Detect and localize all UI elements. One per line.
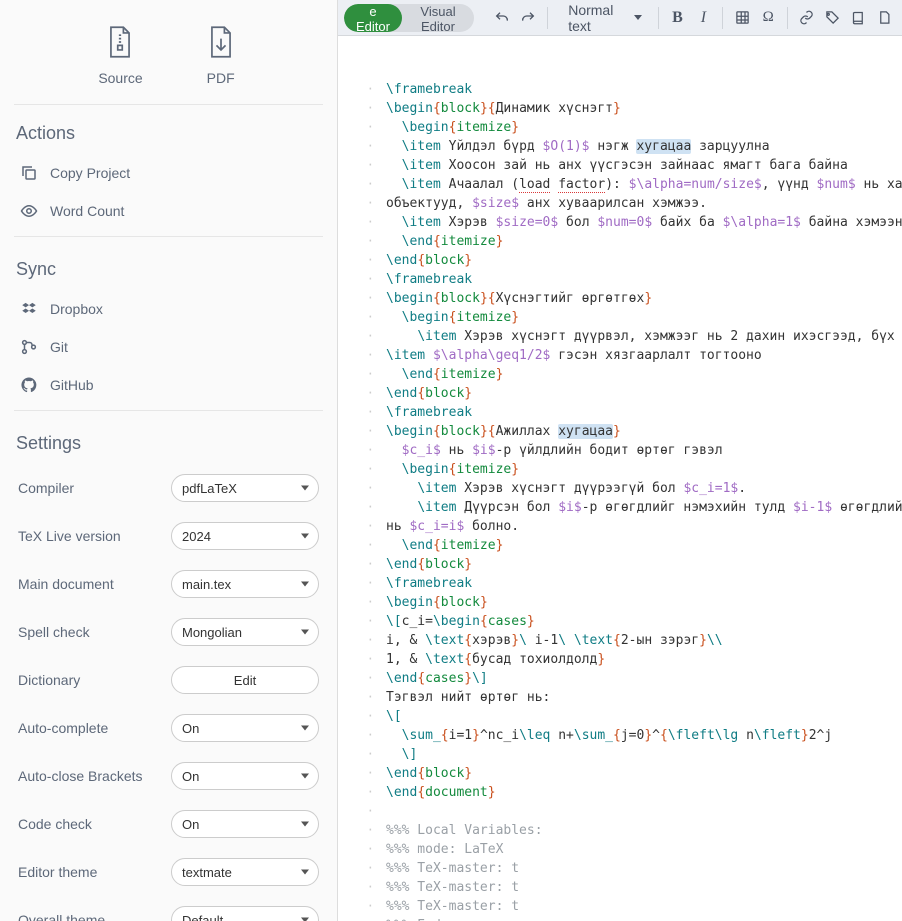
table-icon bbox=[735, 10, 750, 25]
editor-panel: e Editor Visual Editor Normal text B I Ω bbox=[338, 0, 902, 921]
git-icon bbox=[20, 338, 38, 356]
sync-dropbox-label: Dropbox bbox=[50, 301, 103, 317]
codecheck-label: Code check bbox=[18, 816, 171, 832]
settings-header: Settings bbox=[14, 415, 323, 464]
download-source-label: Source bbox=[98, 70, 142, 86]
toolbar-separator bbox=[547, 7, 548, 29]
word-count-label: Word Count bbox=[50, 203, 124, 219]
zip-file-icon bbox=[102, 24, 138, 60]
setting-dictionary: Dictionary Edit bbox=[14, 656, 323, 704]
download-row: Source PDF bbox=[14, 0, 323, 105]
tag-button[interactable] bbox=[822, 4, 844, 32]
setting-spell-check: Spell check Mongolian bbox=[14, 608, 323, 656]
line-number-gutter bbox=[338, 74, 382, 921]
autoclose-select[interactable]: On bbox=[171, 762, 319, 790]
spell-check-label: Spell check bbox=[18, 624, 171, 640]
overall-theme-label: Overall theme bbox=[18, 912, 171, 921]
sync-header: Sync bbox=[14, 241, 323, 290]
redo-button[interactable] bbox=[517, 4, 539, 32]
dictionary-label: Dictionary bbox=[18, 672, 171, 688]
actions-list: Copy Project Word Count bbox=[14, 154, 323, 230]
github-icon bbox=[20, 376, 38, 394]
chevron-down-icon bbox=[634, 15, 642, 20]
visual-editor-tab[interactable]: Visual Editor bbox=[402, 4, 474, 32]
editor-toolbar: e Editor Visual Editor Normal text B I Ω bbox=[338, 0, 902, 36]
main-doc-label: Main document bbox=[18, 576, 171, 592]
setting-editor-theme: Editor theme textmate bbox=[14, 848, 323, 896]
codecheck-select[interactable]: On bbox=[171, 810, 319, 838]
editor-mode-toggle: e Editor Visual Editor bbox=[344, 4, 474, 32]
undo-button[interactable] bbox=[491, 4, 513, 32]
main-doc-select[interactable]: main.tex bbox=[171, 570, 319, 598]
copy-project-button[interactable]: Copy Project bbox=[14, 154, 323, 192]
actions-header: Actions bbox=[14, 105, 323, 154]
setting-autocomplete: Auto-complete On bbox=[14, 704, 323, 752]
autoclose-label: Auto-close Brackets bbox=[18, 768, 171, 784]
download-pdf-button[interactable]: PDF bbox=[203, 24, 239, 86]
autocomplete-select[interactable]: On bbox=[171, 714, 319, 742]
undo-icon bbox=[494, 10, 510, 26]
overall-theme-select[interactable]: Default bbox=[171, 906, 319, 921]
symbol-button[interactable]: Ω bbox=[757, 4, 779, 32]
copy-icon bbox=[20, 164, 38, 182]
file-icon bbox=[877, 10, 892, 25]
spell-check-select[interactable]: Mongolian bbox=[171, 618, 319, 646]
eye-icon bbox=[20, 202, 38, 220]
left-sidebar: Source PDF Actions Copy Project Word Cou… bbox=[0, 0, 338, 921]
italic-button[interactable]: I bbox=[692, 4, 714, 32]
redo-icon bbox=[520, 10, 536, 26]
dropbox-icon bbox=[20, 300, 38, 318]
book-button[interactable] bbox=[848, 4, 870, 32]
download-source-button[interactable]: Source bbox=[98, 24, 142, 86]
sync-github-label: GitHub bbox=[50, 377, 94, 393]
compiler-select[interactable]: pdfLaTeX bbox=[171, 474, 319, 502]
divider bbox=[14, 410, 323, 411]
tag-icon bbox=[825, 10, 840, 25]
link-button[interactable] bbox=[796, 4, 818, 32]
code-editor[interactable]: \framebreak\begin{block}{Динамик хүснэгт… bbox=[338, 36, 902, 921]
toolbar-separator bbox=[787, 7, 788, 29]
download-pdf-label: PDF bbox=[203, 70, 239, 86]
heading-dropdown-label: Normal text bbox=[568, 2, 620, 34]
autocomplete-label: Auto-complete bbox=[18, 720, 171, 736]
book-icon bbox=[851, 10, 866, 25]
setting-overall-theme: Overall theme Default bbox=[14, 896, 323, 921]
code-content[interactable]: \framebreak\begin{block}{Динамик хүснэгт… bbox=[382, 74, 902, 921]
compiler-label: Compiler bbox=[18, 480, 171, 496]
editor-theme-select[interactable]: textmate bbox=[171, 858, 319, 886]
editor-theme-label: Editor theme bbox=[18, 864, 171, 880]
setting-tex-live: TeX Live version 2024 bbox=[14, 512, 323, 560]
table-button[interactable] bbox=[731, 4, 753, 32]
tex-live-label: TeX Live version bbox=[18, 528, 171, 544]
sync-list: Dropbox Git GitHub bbox=[14, 290, 323, 404]
toolbar-separator bbox=[722, 7, 723, 29]
toolbar-separator bbox=[658, 7, 659, 29]
sync-git-button[interactable]: Git bbox=[14, 328, 323, 366]
dictionary-edit-button[interactable]: Edit bbox=[171, 666, 319, 694]
word-count-button[interactable]: Word Count bbox=[14, 192, 323, 230]
bold-button[interactable]: B bbox=[666, 4, 688, 32]
sync-dropbox-button[interactable]: Dropbox bbox=[14, 290, 323, 328]
tex-live-select[interactable]: 2024 bbox=[171, 522, 319, 550]
link-icon bbox=[799, 10, 814, 25]
heading-dropdown[interactable]: Normal text bbox=[556, 4, 650, 32]
code-editor-tab[interactable]: e Editor bbox=[344, 4, 402, 32]
setting-codecheck: Code check On bbox=[14, 800, 323, 848]
sync-git-label: Git bbox=[50, 339, 68, 355]
setting-main-doc: Main document main.tex bbox=[14, 560, 323, 608]
divider bbox=[14, 236, 323, 237]
setting-compiler: Compiler pdfLaTeX bbox=[14, 464, 323, 512]
more-button[interactable] bbox=[874, 4, 896, 32]
sync-github-button[interactable]: GitHub bbox=[14, 366, 323, 404]
copy-project-label: Copy Project bbox=[50, 165, 130, 181]
setting-autoclose: Auto-close Brackets On bbox=[14, 752, 323, 800]
pdf-file-icon bbox=[203, 24, 239, 60]
